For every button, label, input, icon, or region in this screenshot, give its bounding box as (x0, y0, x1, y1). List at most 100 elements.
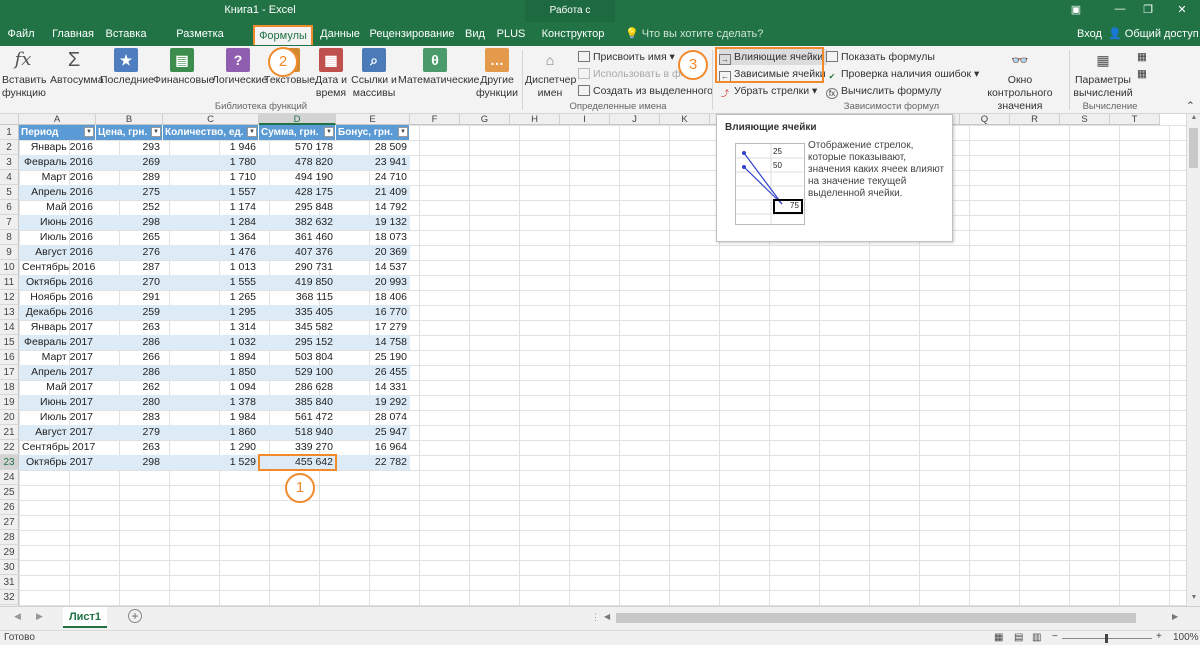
table-cell[interactable]: 14 758 (336, 335, 410, 350)
table-cell[interactable]: Март 2017 (19, 350, 96, 365)
column-header-j[interactable]: J (610, 114, 660, 125)
row-header[interactable]: 25 (0, 485, 19, 500)
table-cell[interactable]: 280 (96, 395, 163, 410)
table-cell[interactable]: 570 178 (259, 140, 336, 155)
table-cell[interactable]: 295 152 (259, 335, 336, 350)
table-cell[interactable]: 18 406 (336, 290, 410, 305)
table-cell[interactable]: 1 780 (163, 155, 259, 170)
other-functions-button[interactable]: … Другие функции (474, 48, 520, 100)
row-header[interactable]: 31 (0, 575, 19, 590)
zoom-level[interactable]: 100% (1173, 632, 1199, 643)
table-cell[interactable]: 24 710 (336, 170, 410, 185)
row-header[interactable]: 11 (0, 275, 19, 290)
table-cell[interactable]: Февраль 2017 (19, 335, 96, 350)
table-header-cell[interactable]: Период ▼ (19, 125, 96, 140)
table-cell[interactable]: 25 190 (336, 350, 410, 365)
table-cell[interactable]: Ноябрь 2016 (19, 290, 96, 305)
hscroll-thumb[interactable] (616, 613, 1136, 623)
table-cell[interactable]: 1 265 (163, 290, 259, 305)
table-cell[interactable]: 26 455 (336, 365, 410, 380)
table-cell[interactable]: 287 (96, 260, 163, 275)
zoom-slider-thumb[interactable] (1105, 634, 1108, 643)
table-cell[interactable]: Март 2016 (19, 170, 96, 185)
financial-button[interactable]: ▤ Финансовые (153, 48, 214, 87)
row-header[interactable]: 8 (0, 230, 19, 245)
column-header-t[interactable]: T (1110, 114, 1160, 125)
table-cell[interactable]: 263 (96, 440, 163, 455)
table-cell[interactable]: 252 (96, 200, 163, 215)
tab-insert[interactable]: Вставка (102, 25, 150, 45)
table-cell[interactable]: 16 964 (336, 440, 410, 455)
row-header[interactable]: 18 (0, 380, 19, 395)
table-cell[interactable]: 289 (96, 170, 163, 185)
row-header[interactable]: 30 (0, 560, 19, 575)
table-cell[interactable]: 1 295 (163, 305, 259, 320)
table-cell[interactable]: 286 628 (259, 380, 336, 395)
table-cell[interactable]: 1 894 (163, 350, 259, 365)
table-cell[interactable]: 339 270 (259, 440, 336, 455)
vertical-scrollbar[interactable]: ▲ ▼ (1186, 114, 1200, 606)
table-cell[interactable]: 293 (96, 140, 163, 155)
column-header-q[interactable]: Q (960, 114, 1010, 125)
table-cell[interactable]: 335 405 (259, 305, 336, 320)
table-cell[interactable]: 1 364 (163, 230, 259, 245)
column-header-d[interactable]: D (259, 114, 336, 125)
table-cell[interactable]: 1 013 (163, 260, 259, 275)
create-from-selection-button[interactable]: Создать из выделенного (578, 83, 713, 99)
filter-dropdown-icon[interactable]: ▼ (324, 127, 334, 137)
math-button[interactable]: θ Математические (398, 48, 479, 87)
row-header[interactable]: 6 (0, 200, 19, 215)
table-cell[interactable]: 1 860 (163, 425, 259, 440)
table-cell[interactable]: 28 074 (336, 410, 410, 425)
table-cell[interactable]: 1 094 (163, 380, 259, 395)
table-cell[interactable]: Февраль 2016 (19, 155, 96, 170)
autosum-button[interactable]: Σ Автосумма (50, 48, 104, 87)
table-cell[interactable]: 270 (96, 275, 163, 290)
hscroll-left-icon[interactable]: ◀ (604, 612, 610, 621)
table-cell[interactable]: 503 804 (259, 350, 336, 365)
column-header-k[interactable]: K (660, 114, 710, 125)
row-header[interactable]: 17 (0, 365, 19, 380)
table-cell[interactable]: 290 731 (259, 260, 336, 275)
table-cell[interactable]: 298 (96, 215, 163, 230)
row-header[interactable]: 7 (0, 215, 19, 230)
table-cell[interactable]: Сентябрь 2017 (19, 440, 96, 455)
table-cell[interactable]: 1 850 (163, 365, 259, 380)
table-cell[interactable]: 25 947 (336, 425, 410, 440)
calc-options-button[interactable]: ▦ Параметры вычислений (1070, 48, 1136, 100)
table-cell[interactable]: 419 850 (259, 275, 336, 290)
table-cell[interactable]: 266 (96, 350, 163, 365)
row-header[interactable]: 14 (0, 320, 19, 335)
column-header-s[interactable]: S (1060, 114, 1110, 125)
table-cell[interactable]: 1 529 (163, 455, 259, 470)
table-cell[interactable]: 291 (96, 290, 163, 305)
next-sheet-icon[interactable]: ▶ (36, 611, 43, 622)
table-cell[interactable]: 276 (96, 245, 163, 260)
table-cell[interactable]: 1 314 (163, 320, 259, 335)
column-header-a[interactable]: A (19, 114, 96, 125)
column-header-g[interactable]: G (460, 114, 510, 125)
logical-button[interactable]: ? Логические (212, 48, 267, 87)
column-header-e[interactable]: E (336, 114, 410, 125)
row-header[interactable]: 12 (0, 290, 19, 305)
table-cell[interactable]: Июль 2017 (19, 410, 96, 425)
table-cell[interactable]: 529 100 (259, 365, 336, 380)
table-cell[interactable]: 262 (96, 380, 163, 395)
table-cell[interactable]: 263 (96, 320, 163, 335)
table-cell[interactable]: 1 555 (163, 275, 259, 290)
table-cell[interactable]: 259 (96, 305, 163, 320)
table-cell[interactable]: 19 292 (336, 395, 410, 410)
table-cell[interactable]: 286 (96, 335, 163, 350)
table-cell[interactable]: Август 2016 (19, 245, 96, 260)
table-cell[interactable]: Июль 2016 (19, 230, 96, 245)
table-cell[interactable]: Январь 2017 (19, 320, 96, 335)
error-checking-button[interactable]: ✔ Проверка наличия ошибок ▾ (826, 66, 980, 82)
tell-me-search[interactable]: 💡 Что вы хотите сделать? (625, 25, 763, 43)
table-cell[interactable]: 1 557 (163, 185, 259, 200)
add-sheet-icon[interactable]: + (128, 609, 142, 623)
close-icon[interactable]: ✕ (1174, 3, 1190, 17)
table-cell[interactable]: 283 (96, 410, 163, 425)
datetime-button[interactable]: ▦ Дата и время (313, 48, 349, 100)
table-cell[interactable]: Май 2017 (19, 380, 96, 395)
row-header[interactable]: 9 (0, 245, 19, 260)
